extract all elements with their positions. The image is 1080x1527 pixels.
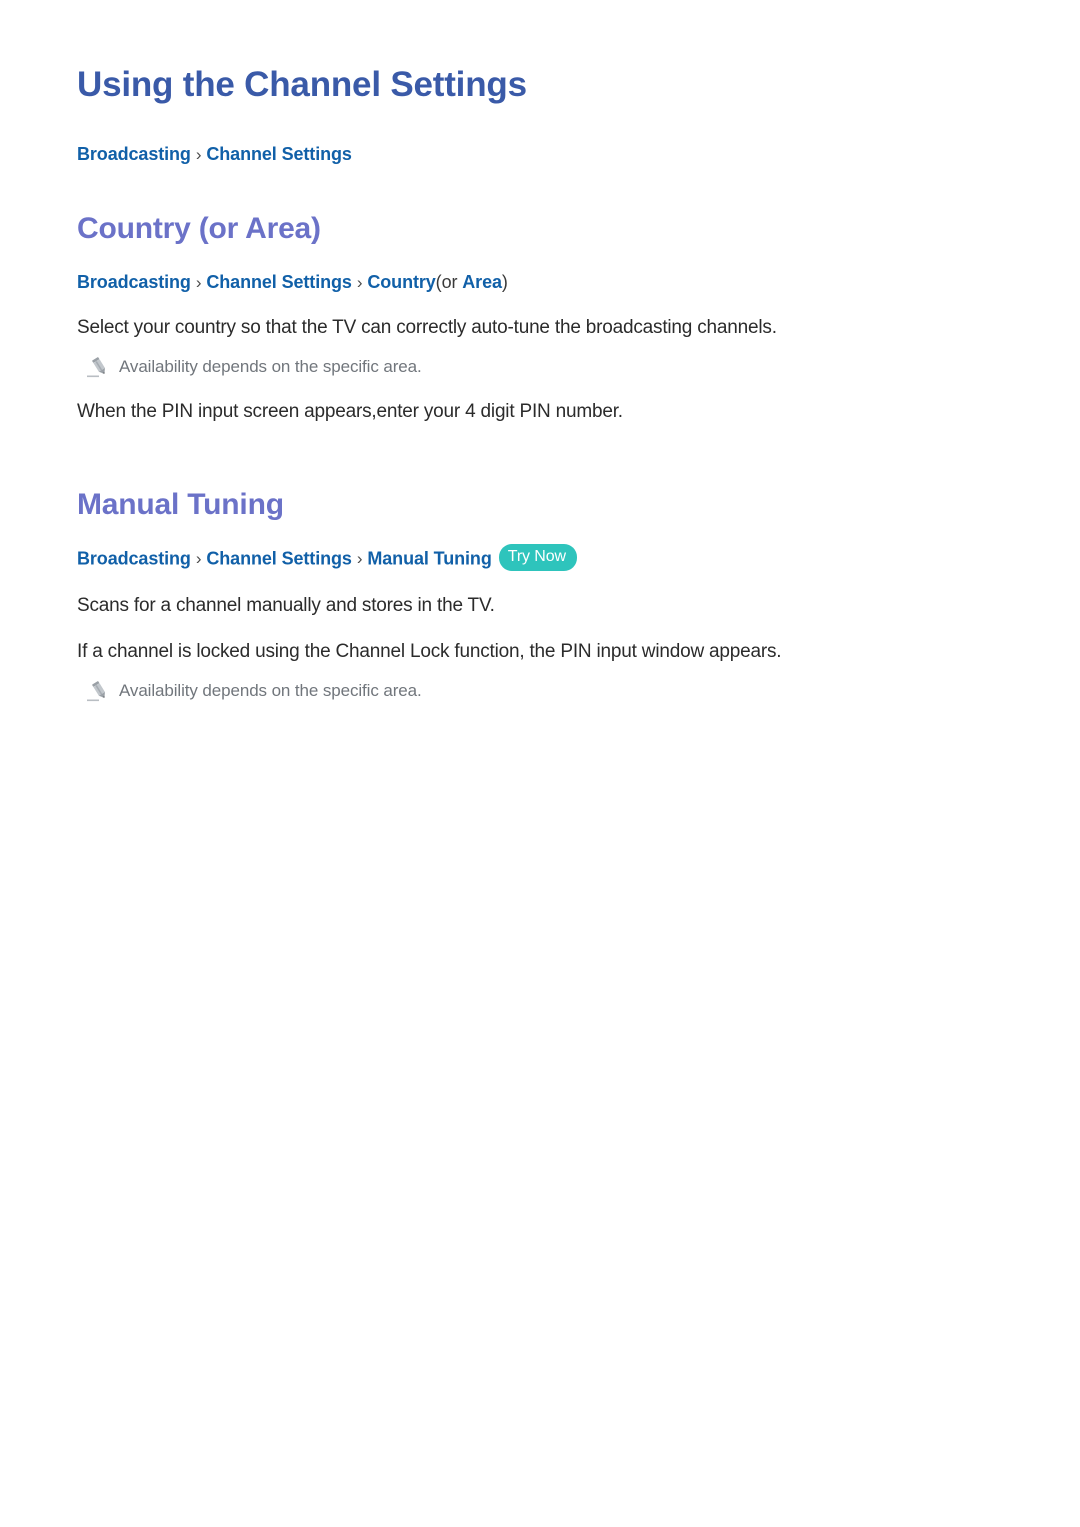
breadcrumb-suffix-close: ) [501,272,508,292]
section-heading-country: Country (or Area) [77,212,321,245]
chevron-right-icon: › [195,273,202,292]
breadcrumb-item-area[interactable]: Area [462,272,502,292]
breadcrumb-item-country[interactable]: Country [367,272,435,292]
chevron-right-icon: › [356,549,363,569]
chevron-right-icon: › [195,145,202,164]
breadcrumb-item-manual-tuning[interactable]: Manual Tuning [367,548,491,568]
document-page: Using the Channel Settings Broadcasting ›… [0,0,1080,1527]
breadcrumb-suffix-open: (or [435,272,463,292]
breadcrumb-item-channel-settings[interactable]: Channel Settings [206,144,352,164]
paragraph-country-pin: When the PIN input screen appears,enter … [77,401,623,422]
try-now-badge[interactable]: Try Now [498,544,577,571]
breadcrumb-item-channel-settings[interactable]: Channel Settings [206,272,352,292]
page-title: Using the Channel Settings [77,65,527,104]
pencil-icon [85,357,111,379]
paragraph-manual-lock: If a channel is locked using the Channel… [77,641,782,662]
content-column: Using the Channel Settings Broadcasting ›… [77,0,1007,703]
note-manual-availability: Availability depends on the specific are… [77,679,1007,703]
paragraph-country-description: Select your country so that the TV can c… [77,317,777,338]
breadcrumb-top: Broadcasting › Channel Settings [77,142,1007,167]
breadcrumb-item-channel-settings[interactable]: Channel Settings [206,548,352,568]
note-text: Availability depends on the specific are… [119,357,422,376]
paragraph-manual-scan: Scans for a channel manually and stores … [77,595,495,616]
breadcrumb-item-broadcasting[interactable]: Broadcasting [77,144,191,164]
breadcrumb-manual-tuning: Broadcasting › Channel Settings › Manual Tun… [77,544,1007,573]
section-heading-manual-tuning: Manual Tuning [77,488,284,521]
note-country-availability: Availability depends on the specific are… [77,355,1007,379]
chevron-right-icon: › [356,273,363,292]
breadcrumb-item-broadcasting[interactable]: Broadcasting [77,272,191,292]
chevron-right-icon: › [195,549,202,569]
breadcrumb-item-broadcasting[interactable]: Broadcasting [77,548,191,568]
note-text: Availability depends on the specific are… [119,681,422,700]
breadcrumb-country: Broadcasting › Channel Settings › Country(or… [77,270,1007,295]
pencil-icon [85,681,111,703]
